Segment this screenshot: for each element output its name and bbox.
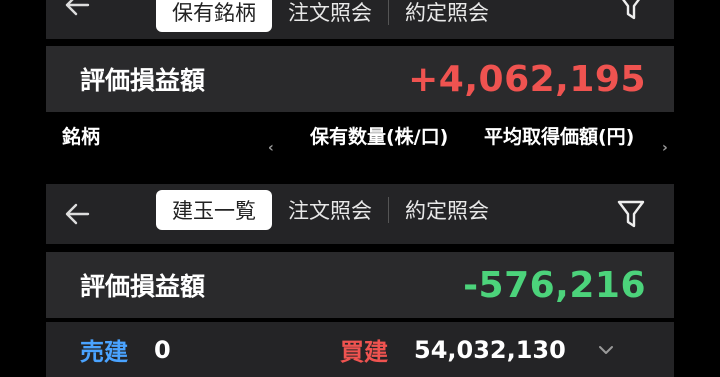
tab-execution-inquiry[interactable]: 約定照会	[389, 190, 505, 230]
tab-holdings[interactable]: 保有銘柄	[156, 0, 272, 32]
positions-nav-bar: 建玉一覧 注文照会 約定照会	[46, 184, 674, 244]
sell-position-label: 売建	[80, 338, 128, 366]
positions-tab-group: 建玉一覧 注文照会 約定照会	[156, 190, 505, 230]
pl-value: +4,062,195	[408, 58, 646, 100]
top-nav-bar: 保有銘柄 注文照会 約定照会	[46, 0, 674, 39]
pl-label: 評価損益額	[80, 272, 206, 301]
tab-execution-inquiry[interactable]: 約定照会	[389, 0, 505, 32]
holdings-column-header: 銘柄 ‹ 保有数量(株/口) 平均取得価額(円) ›	[0, 118, 720, 158]
buy-position-value: 54,032,130	[414, 335, 566, 364]
sort-left-icon[interactable]: ‹	[268, 140, 274, 156]
tab-order-inquiry[interactable]: 注文照会	[272, 190, 388, 230]
back-arrow-icon[interactable]	[60, 0, 94, 22]
pl-label: 評価損益額	[80, 66, 206, 95]
tab-order-inquiry[interactable]: 注文照会	[272, 0, 388, 32]
pl-summary-top: 評価損益額 +4,062,195	[46, 46, 674, 112]
sort-right-icon[interactable]: ›	[662, 140, 668, 156]
pl-value: -576,216	[463, 264, 646, 306]
buy-position-label: 買建	[340, 338, 388, 366]
column-name[interactable]: 銘柄	[62, 122, 100, 149]
column-average-price[interactable]: 平均取得価額(円)	[484, 122, 634, 149]
filter-icon[interactable]	[614, 196, 648, 232]
tab-positions-list[interactable]: 建玉一覧	[156, 190, 272, 230]
column-quantity[interactable]: 保有数量(株/口)	[310, 122, 448, 149]
chevron-down-icon[interactable]	[596, 340, 616, 360]
filter-icon[interactable]	[614, 0, 648, 24]
sell-position-value: 0	[154, 335, 171, 364]
position-summary-row[interactable]: 売建 0 買建 54,032,130	[46, 322, 674, 377]
top-tab-group: 保有銘柄 注文照会 約定照会	[156, 0, 505, 32]
back-arrow-icon[interactable]	[60, 197, 94, 231]
pl-summary-positions: 評価損益額 -576,216	[46, 252, 674, 318]
